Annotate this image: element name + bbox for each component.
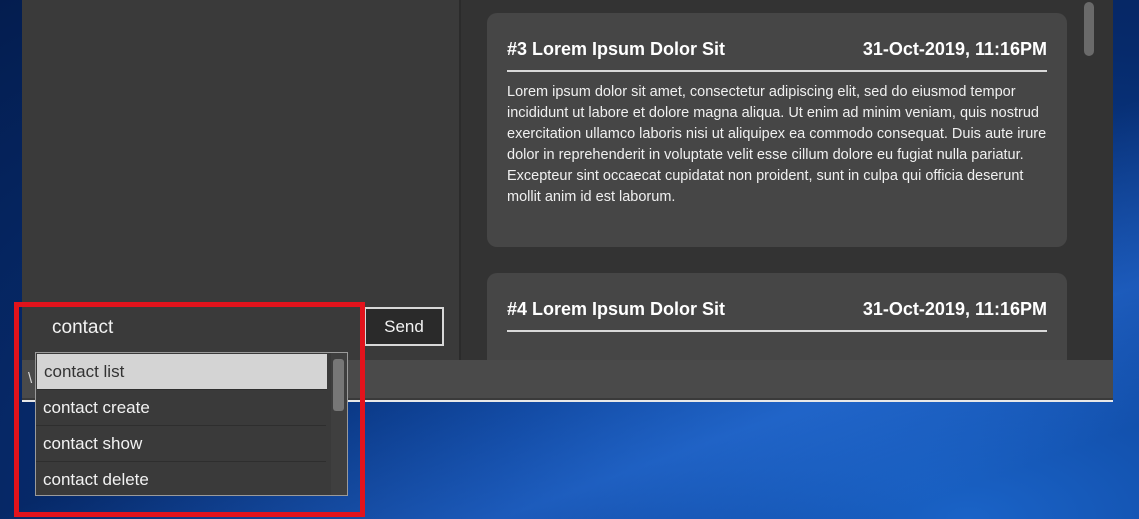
message-panel[interactable]: #3 Lorem Ipsum Dolor Sit 31-Oct-2019, 11… bbox=[461, 0, 1113, 360]
card-header: #4 Lorem Ipsum Dolor Sit 31-Oct-2019, 11… bbox=[507, 297, 1047, 321]
message-scrollbar[interactable] bbox=[1081, 0, 1097, 360]
card-header: #3 Lorem Ipsum Dolor Sit 31-Oct-2019, 11… bbox=[507, 37, 1047, 61]
card-timestamp: 31-Oct-2019, 11:16PM bbox=[862, 38, 1047, 59]
send-button[interactable]: Send bbox=[364, 307, 444, 346]
card-title: #4 Lorem Ipsum Dolor Sit bbox=[507, 298, 726, 319]
card-divider bbox=[507, 70, 1047, 72]
message-card[interactable]: #4 Lorem Ipsum Dolor Sit 31-Oct-2019, 11… bbox=[487, 273, 1067, 360]
message-scrollbar-thumb[interactable] bbox=[1084, 2, 1094, 56]
card-timestamp: 31-Oct-2019, 11:16PM bbox=[862, 298, 1047, 319]
card-body: Lorem ipsum dolor sit amet, consectetur … bbox=[507, 84, 1047, 205]
card-divider bbox=[507, 330, 1047, 332]
highlight-annotation bbox=[14, 302, 365, 517]
card-title: #3 Lorem Ipsum Dolor Sit bbox=[507, 38, 726, 59]
message-card[interactable]: #3 Lorem Ipsum Dolor Sit 31-Oct-2019, 11… bbox=[487, 13, 1067, 247]
